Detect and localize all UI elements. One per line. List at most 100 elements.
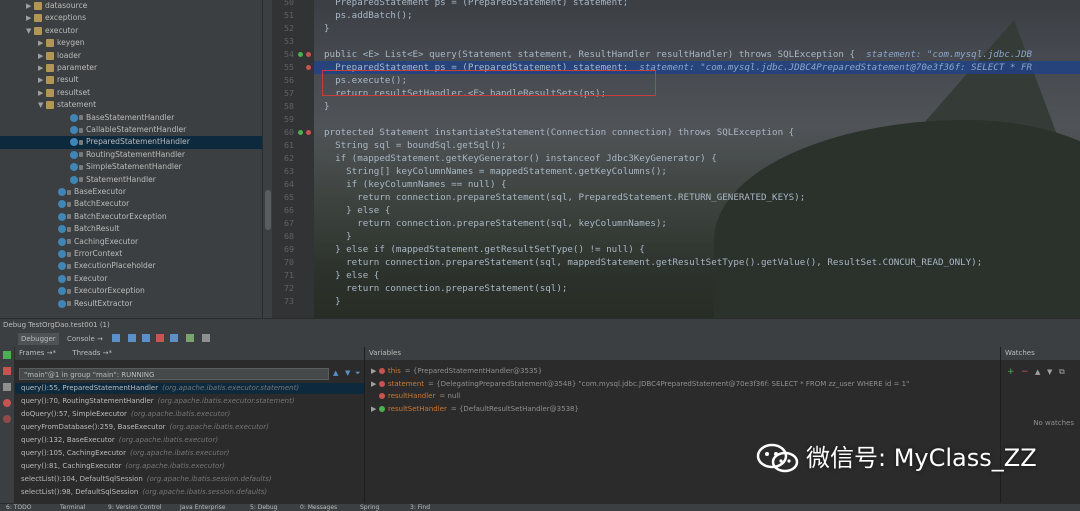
code-line[interactable]: if (keyColumnNames == null) { xyxy=(324,178,506,191)
code-line[interactable]: return connection.prepareStatement(sql, … xyxy=(324,191,805,204)
tree-item[interactable]: CallableStatementHandler xyxy=(62,124,186,136)
variable-row[interactable]: ▶ resultSetHandler = {DefaultResultSetHand… xyxy=(371,403,579,415)
expand-right-icon[interactable]: ▶ xyxy=(371,365,379,377)
show-execution-point-icon[interactable] xyxy=(112,334,120,342)
step-over-icon[interactable] xyxy=(128,334,136,342)
expand-right-icon[interactable]: ▶ xyxy=(38,87,46,99)
tree-item[interactable]: BaseStatementHandler xyxy=(62,112,174,124)
code-line[interactable]: } xyxy=(324,295,341,308)
view-breakpoints-icon[interactable] xyxy=(3,399,11,407)
expand-right-icon[interactable]: ▶ xyxy=(38,37,46,49)
code-line[interactable]: if (mappedStatement.getKeyGenerator() in… xyxy=(324,152,717,165)
stack-frame[interactable]: query():132, BaseExecutor (org.apache.iba… xyxy=(21,435,218,446)
stack-frame[interactable]: query():70, RoutingStatementHandler (org.… xyxy=(21,396,295,407)
code-line[interactable]: protected Statement instantiateStatement… xyxy=(324,126,794,139)
tree-item[interactable]: ▶ parameter xyxy=(38,62,97,74)
code-line[interactable]: } else { xyxy=(324,204,390,217)
code-line[interactable]: ps.addBatch(); xyxy=(324,9,412,22)
tree-scrollbar-thumb[interactable] xyxy=(265,190,271,230)
tree-item[interactable]: BatchResult xyxy=(50,223,119,235)
down-arrow-icon[interactable]: ▼ xyxy=(345,369,350,377)
add-watch-icon[interactable]: + xyxy=(1007,367,1015,377)
expand-right-icon[interactable]: ▶ xyxy=(371,378,379,390)
breakpoint-icon[interactable] xyxy=(306,52,311,57)
run-to-cursor-icon[interactable] xyxy=(186,334,194,342)
pause-icon[interactable] xyxy=(3,383,11,391)
code-line[interactable]: String sql = boundSql.getSql(); xyxy=(324,139,506,152)
expand-right-icon[interactable]: ▶ xyxy=(371,403,379,415)
tree-item[interactable]: ▶ resultset xyxy=(38,87,90,99)
code-line[interactable]: } xyxy=(324,100,330,113)
stop-icon[interactable] xyxy=(3,367,11,375)
copy-watch-icon[interactable]: ⧉ xyxy=(1059,367,1065,377)
code-line[interactable]: } xyxy=(324,230,352,243)
stack-frame[interactable]: doQuery():57, SimpleExecutor (org.apache.… xyxy=(21,409,230,420)
tab-threads[interactable]: Threads →* xyxy=(72,349,112,357)
step-into-icon[interactable] xyxy=(142,334,150,342)
code-line[interactable]: String[] keyColumnNames = mappedStatemen… xyxy=(324,165,667,178)
tree-item[interactable]: ExecutionPlaceholder xyxy=(50,260,156,272)
variable-row[interactable]: ▶ statement = {DelegatingPreparedStatement… xyxy=(371,378,909,390)
tab-frames[interactable]: Frames →* xyxy=(19,349,56,357)
stack-frame[interactable]: query():105, CachingExecutor (org.apache.… xyxy=(21,448,229,459)
tree-item[interactable]: ErrorContext xyxy=(50,248,122,260)
filter-icon[interactable]: ⏷ xyxy=(355,369,361,378)
code-line[interactable]: } else if (mappedStatement.getResultSetT… xyxy=(324,243,645,256)
tree-item[interactable]: StatementHandler xyxy=(62,174,156,186)
tree-item[interactable]: CachingExecutor xyxy=(50,236,138,248)
code-line[interactable]: } xyxy=(324,22,330,35)
tree-item[interactable]: ▶ loader xyxy=(38,50,81,62)
stack-frame[interactable]: query():55, PreparedStatementHandler (org… xyxy=(15,383,364,394)
code-line[interactable]: return connection.prepareStatement(sql, … xyxy=(324,217,667,230)
code-line[interactable]: public <E> List<E> query(Statement state… xyxy=(324,48,1032,61)
resume-icon[interactable] xyxy=(3,351,11,359)
expand-right-icon[interactable]: ▶ xyxy=(38,74,46,86)
stack-frame[interactable]: selectList():98, DefaultSqlSession (org.a… xyxy=(21,487,267,498)
tree-item[interactable]: RoutingStatementHandler xyxy=(62,149,185,161)
tab-debugger[interactable]: Debugger xyxy=(18,333,59,345)
tree-item[interactable]: ▼ statement xyxy=(38,99,96,111)
expand-right-icon[interactable]: ▶ xyxy=(38,50,46,62)
up-arrow-icon[interactable]: ▲ xyxy=(333,369,338,377)
variable-row[interactable]: resultHandler = null xyxy=(371,390,460,402)
override-marker-icon[interactable] xyxy=(298,52,303,57)
code-line[interactable]: PreparedStatement ps = (PreparedStatemen… xyxy=(324,0,628,9)
stack-frame[interactable]: queryFromDatabase():259, BaseExecutor (or… xyxy=(21,422,269,433)
breakpoint-icon[interactable] xyxy=(306,65,311,70)
code-editor[interactable]: PreparedStatement ps = (PreparedStatemen… xyxy=(314,0,1080,318)
move-up-icon[interactable]: ▲ xyxy=(1035,368,1040,376)
tree-item[interactable]: Executor xyxy=(50,273,107,285)
expand-down-icon[interactable]: ▼ xyxy=(38,99,46,111)
variable-row[interactable]: ▶ this = {PreparedStatementHandler@3535} xyxy=(371,365,542,377)
tree-item[interactable]: ▶ datasource xyxy=(26,0,87,12)
evaluate-expression-icon[interactable] xyxy=(202,334,210,342)
mute-breakpoints-icon[interactable] xyxy=(3,415,11,423)
expand-down-icon[interactable]: ▼ xyxy=(26,25,34,37)
stack-frame[interactable]: selectList():104, DefaultSqlSession (org.… xyxy=(21,474,272,485)
step-out-icon[interactable] xyxy=(170,334,178,342)
override-marker-icon[interactable] xyxy=(298,130,303,135)
tree-item[interactable]: ▶ exceptions xyxy=(26,12,86,24)
tree-item[interactable]: BatchExecutorException xyxy=(50,211,167,223)
tree-item[interactable]: BatchExecutor xyxy=(50,198,129,210)
tree-item[interactable]: PreparedStatementHandler xyxy=(0,136,262,149)
tree-item[interactable]: SimpleStatementHandler xyxy=(62,161,182,173)
expand-right-icon[interactable]: ▶ xyxy=(26,0,34,12)
expand-right-icon[interactable]: ▶ xyxy=(26,12,34,24)
force-step-into-icon[interactable] xyxy=(156,334,164,342)
tree-item[interactable]: ResultExtractor xyxy=(50,298,132,310)
remove-watch-icon[interactable]: − xyxy=(1021,367,1029,377)
tree-item[interactable]: ▶ keygen xyxy=(38,37,85,49)
move-down-icon[interactable]: ▼ xyxy=(1047,368,1052,376)
code-line[interactable]: return connection.prepareStatement(sql); xyxy=(324,282,567,295)
tree-item[interactable]: BaseExecutor xyxy=(50,186,126,198)
tree-item[interactable]: ▶ result xyxy=(38,74,78,86)
code-line[interactable]: return connection.prepareStatement(sql, … xyxy=(324,256,982,269)
tree-item[interactable]: ExecutorException xyxy=(50,285,145,297)
tab-console[interactable]: Console → xyxy=(64,333,106,345)
breakpoint-icon[interactable] xyxy=(306,130,311,135)
expand-right-icon[interactable]: ▶ xyxy=(38,62,46,74)
tree-item[interactable]: ▼ executor xyxy=(26,25,78,37)
stack-frame[interactable]: query():81, CachingExecutor (org.apache.i… xyxy=(21,461,225,472)
thread-select[interactable]: "main"@1 in group "main": RUNNING xyxy=(19,368,329,380)
